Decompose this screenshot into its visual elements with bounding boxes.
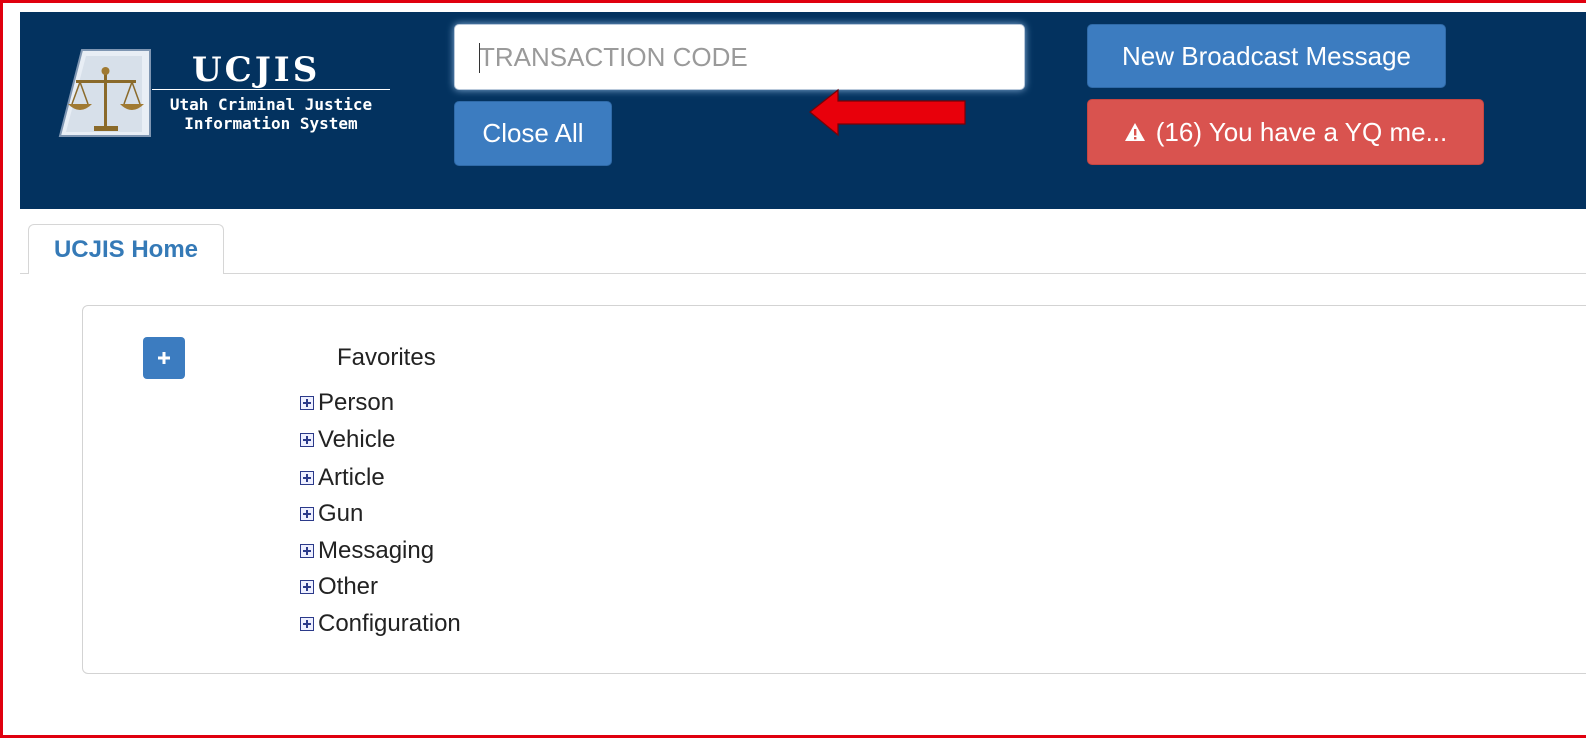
alert-label: (16) You have a YQ me... (1155, 116, 1448, 147)
plus-icon (158, 352, 170, 364)
tree-item-gun[interactable]: Gun (300, 499, 363, 529)
tree-item-other[interactable]: Other (300, 572, 378, 602)
favorites-title: Favorites (337, 344, 436, 371)
tab-ucjis-home[interactable]: UCJIS Home (28, 224, 224, 274)
warning-triangle-icon (1124, 122, 1146, 142)
broadcast-label: New Broadcast Message (1121, 40, 1412, 71)
tree-item-label: Other (318, 573, 379, 600)
close-all-button[interactable]: Close All (454, 101, 612, 166)
tab-label: UCJIS Home (53, 235, 199, 263)
tree-item-label: Gun (318, 500, 364, 527)
expand-plus-icon[interactable] (300, 471, 314, 485)
logo-title: UCJIS (192, 50, 321, 90)
expand-plus-icon[interactable] (300, 580, 314, 594)
expand-plus-icon[interactable] (300, 507, 314, 521)
tree-item-messaging[interactable]: Messaging (300, 536, 434, 566)
tree-item-vehicle[interactable]: Vehicle (300, 425, 395, 455)
tree-item-label: Vehicle (318, 426, 396, 453)
expand-plus-icon[interactable] (300, 433, 314, 447)
annotation-arrow-icon (809, 88, 966, 137)
tree-item-label: Person (318, 389, 395, 416)
expand-plus-icon[interactable] (300, 544, 314, 558)
add-favorite-button[interactable] (143, 337, 185, 379)
tab-strip-border (224, 273, 1586, 274)
close-all-label: Close All (482, 118, 584, 148)
text-cursor (479, 43, 480, 73)
logo-divider (152, 89, 390, 90)
tree-item-label: Configuration (318, 610, 461, 637)
expand-plus-icon[interactable] (300, 617, 314, 631)
tree-item-article[interactable]: Article (300, 463, 385, 493)
logo-subtitle: Utah Criminal Justice Information System (152, 95, 390, 133)
tree-item-label: Messaging (318, 537, 435, 564)
tree-item-configuration[interactable]: Configuration (300, 609, 461, 639)
yq-message-alert-button[interactable]: (16) You have a YQ me... (1087, 99, 1484, 165)
tab-strip-border (20, 273, 28, 274)
expand-plus-icon[interactable] (300, 396, 314, 410)
logo-subtitle-line1: Utah Criminal Justice (169, 95, 373, 114)
new-broadcast-message-button[interactable]: New Broadcast Message (1087, 24, 1446, 88)
logo-subtitle-line2: Information System (184, 114, 358, 133)
tree-item-person[interactable]: Person (300, 388, 394, 418)
transaction-code-input[interactable] (454, 24, 1025, 90)
tree-item-label: Article (318, 464, 385, 491)
